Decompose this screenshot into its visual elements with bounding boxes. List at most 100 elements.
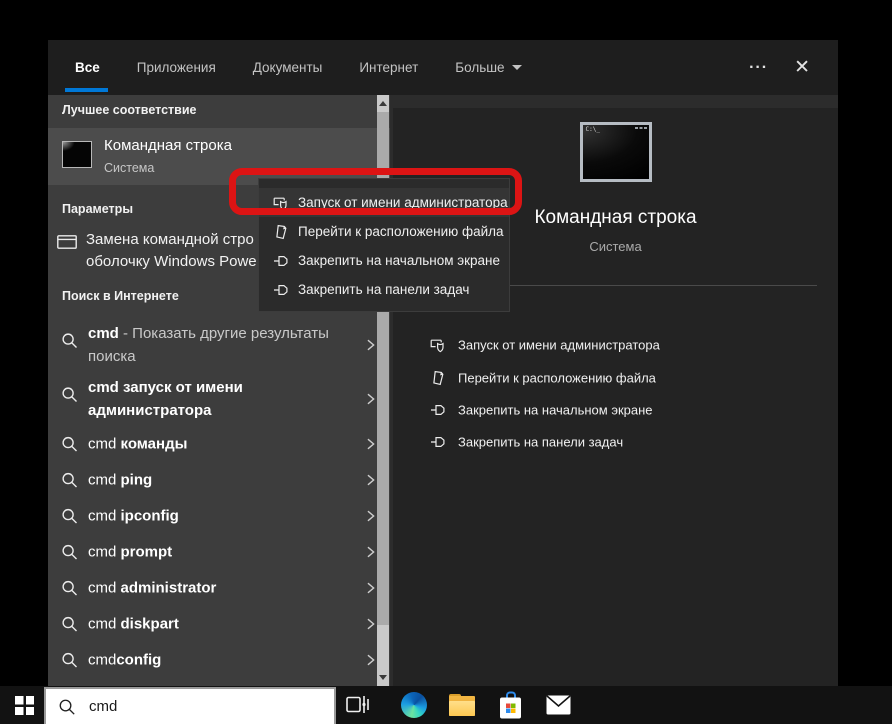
- context-menu-item-file-location[interactable]: Перейти к расположению файла: [259, 217, 509, 246]
- tab-web-label: Интернет: [359, 60, 418, 75]
- context-menu-item-pin-taskbar[interactable]: Закрепить на панели задач: [259, 275, 509, 304]
- best-match-title: Командная строка: [104, 137, 232, 154]
- tabbar-actions: ··· ✕: [749, 56, 838, 79]
- best-match-item[interactable]: Командная строка Система: [48, 128, 390, 185]
- suggestion-text: cmd prompt: [88, 541, 350, 564]
- web-search-header: Поиск в Интернете: [62, 289, 179, 303]
- tab-web[interactable]: Интернет: [359, 40, 418, 95]
- suggestion-prefix: cmd: [88, 472, 116, 489]
- context-menu-item-label: Закрепить на начальном экране: [298, 253, 500, 268]
- search-flyout: Все Приложения Документы Интернет Больше…: [48, 40, 838, 686]
- search-icon: [61, 544, 78, 561]
- suggestion-prefix: cmd: [88, 544, 116, 561]
- chevron-right-icon[interactable]: [364, 508, 378, 524]
- search-icon: [61, 472, 78, 489]
- suggestion-text: cmdconfig: [88, 649, 350, 672]
- suggestion-rest: ping: [116, 472, 152, 489]
- best-match-header: Лучшее соответствие: [62, 103, 196, 117]
- search-suggestion[interactable]: cmd administrator: [48, 570, 390, 606]
- file-location-icon: [272, 224, 289, 240]
- chevron-right-icon[interactable]: [364, 436, 378, 452]
- scroll-up-icon[interactable]: [379, 101, 387, 106]
- folder-front: [449, 701, 475, 716]
- suggestion-text: cmd administrator: [88, 577, 350, 600]
- suggestion-rest: diskpart: [116, 616, 179, 633]
- console-window-icon: [57, 235, 77, 250]
- context-menu-item-label: Перейти к расположению файла: [298, 224, 504, 239]
- cmd-window-icon: [62, 141, 92, 168]
- tab-more[interactable]: Больше: [455, 40, 521, 95]
- chevron-right-icon[interactable]: [364, 580, 378, 596]
- search-icon: [61, 508, 78, 525]
- chevron-right-icon[interactable]: [364, 652, 378, 668]
- tab-apps[interactable]: Приложения: [137, 40, 216, 95]
- suggestion-prefix: cmd: [88, 436, 116, 453]
- mail-icon[interactable]: [546, 695, 571, 715]
- chevron-right-icon[interactable]: [364, 337, 378, 353]
- best-match-subtitle: Система: [104, 161, 154, 175]
- suggestion-text: cmd ipconfig: [88, 505, 350, 528]
- suggestion-prefix: cmd: [88, 325, 119, 342]
- suggestion-rest: config: [116, 652, 161, 669]
- file-explorer-icon[interactable]: [449, 694, 475, 716]
- chevron-right-icon[interactable]: [364, 616, 378, 632]
- preview-action-pin-taskbar[interactable]: Закрепить на панели задач: [393, 429, 838, 455]
- pin-icon: [272, 253, 289, 269]
- search-suggestion[interactable]: cmd запуск от имени администратора: [48, 372, 390, 426]
- search-icon: [61, 652, 78, 669]
- suggestion-text: cmd - Показать другие результаты поиска: [88, 322, 350, 368]
- chevron-right-icon[interactable]: [364, 544, 378, 560]
- run-as-admin-icon: [272, 195, 289, 211]
- preview-action-label: Закрепить на начальном экране: [458, 403, 653, 418]
- context-menu-item-label: Запуск от имени администратора: [298, 195, 508, 210]
- search-suggestion[interactable]: cmd команды: [48, 426, 390, 462]
- cmd-prompt-text: C:\_: [586, 127, 600, 133]
- close-icon[interactable]: ✕: [794, 56, 810, 79]
- search-icon: [61, 332, 78, 349]
- search-suggestion[interactable]: cmd prompt: [48, 534, 390, 570]
- preview-action-pin-start[interactable]: Закрепить на начальном экране: [393, 397, 838, 423]
- window-buttons-icon: [635, 127, 647, 129]
- search-suggestion[interactable]: cmd ping: [48, 462, 390, 498]
- start-button-icon[interactable]: [15, 696, 34, 715]
- search-icon: [61, 436, 78, 453]
- tab-all-label: Все: [75, 60, 100, 75]
- task-view-icon[interactable]: [346, 694, 369, 716]
- preview-action-label: Запуск от имени администратора: [458, 338, 660, 353]
- overflow-menu-icon[interactable]: ···: [749, 59, 768, 77]
- pin-icon: [272, 282, 289, 298]
- pin-icon: [430, 434, 446, 450]
- search-suggestion[interactable]: cmd - Показать другие результаты поиска: [48, 318, 390, 372]
- context-menu-item-pin-start[interactable]: Закрепить на начальном экране: [259, 246, 509, 275]
- suggestion-prefix: cmd: [88, 508, 116, 525]
- search-suggestion[interactable]: cmdconfig: [48, 642, 390, 678]
- search-suggestion[interactable]: cmd ipconfig: [48, 498, 390, 534]
- microsoft-store-icon[interactable]: [500, 692, 521, 719]
- chevron-right-icon[interactable]: [364, 472, 378, 488]
- suggestion-text: cmd ping: [88, 469, 350, 492]
- tab-apps-label: Приложения: [137, 60, 216, 75]
- suggestion-prefix: cmd: [88, 379, 119, 396]
- suggestion-prefix: cmd: [88, 652, 116, 669]
- settings-result-line2: оболочку Windows Powe: [86, 253, 257, 270]
- suggestion-text: cmd запуск от имени администратора: [88, 376, 350, 422]
- suggestion-prefix: cmd: [88, 616, 116, 633]
- chevron-down-icon: [512, 65, 522, 70]
- chevron-right-icon[interactable]: [364, 391, 378, 407]
- search-suggestion[interactable]: cmd diskpart: [48, 606, 390, 642]
- context-menu-item-run-as-admin[interactable]: Запуск от имени администратора: [259, 188, 509, 217]
- context-menu-item-label: Закрепить на панели задач: [298, 282, 469, 297]
- taskbar-search-input[interactable]: cmd: [44, 687, 336, 724]
- search-icon: [58, 698, 76, 716]
- search-icon: [61, 616, 78, 633]
- preview-action-label: Закрепить на панели задач: [458, 435, 623, 450]
- preview-action-run-as-admin[interactable]: Запуск от имени администратора: [393, 332, 838, 358]
- preview-action-file-location[interactable]: Перейти к расположению файла: [393, 365, 838, 391]
- tab-all[interactable]: Все: [75, 40, 100, 95]
- pin-icon: [430, 402, 446, 418]
- suggestion-text: cmd команды: [88, 433, 350, 456]
- tab-documents[interactable]: Документы: [253, 40, 323, 95]
- settings-result-line1: Замена командной стро: [86, 231, 254, 248]
- edge-browser-icon[interactable]: [401, 692, 427, 718]
- scroll-down-icon[interactable]: [379, 675, 387, 680]
